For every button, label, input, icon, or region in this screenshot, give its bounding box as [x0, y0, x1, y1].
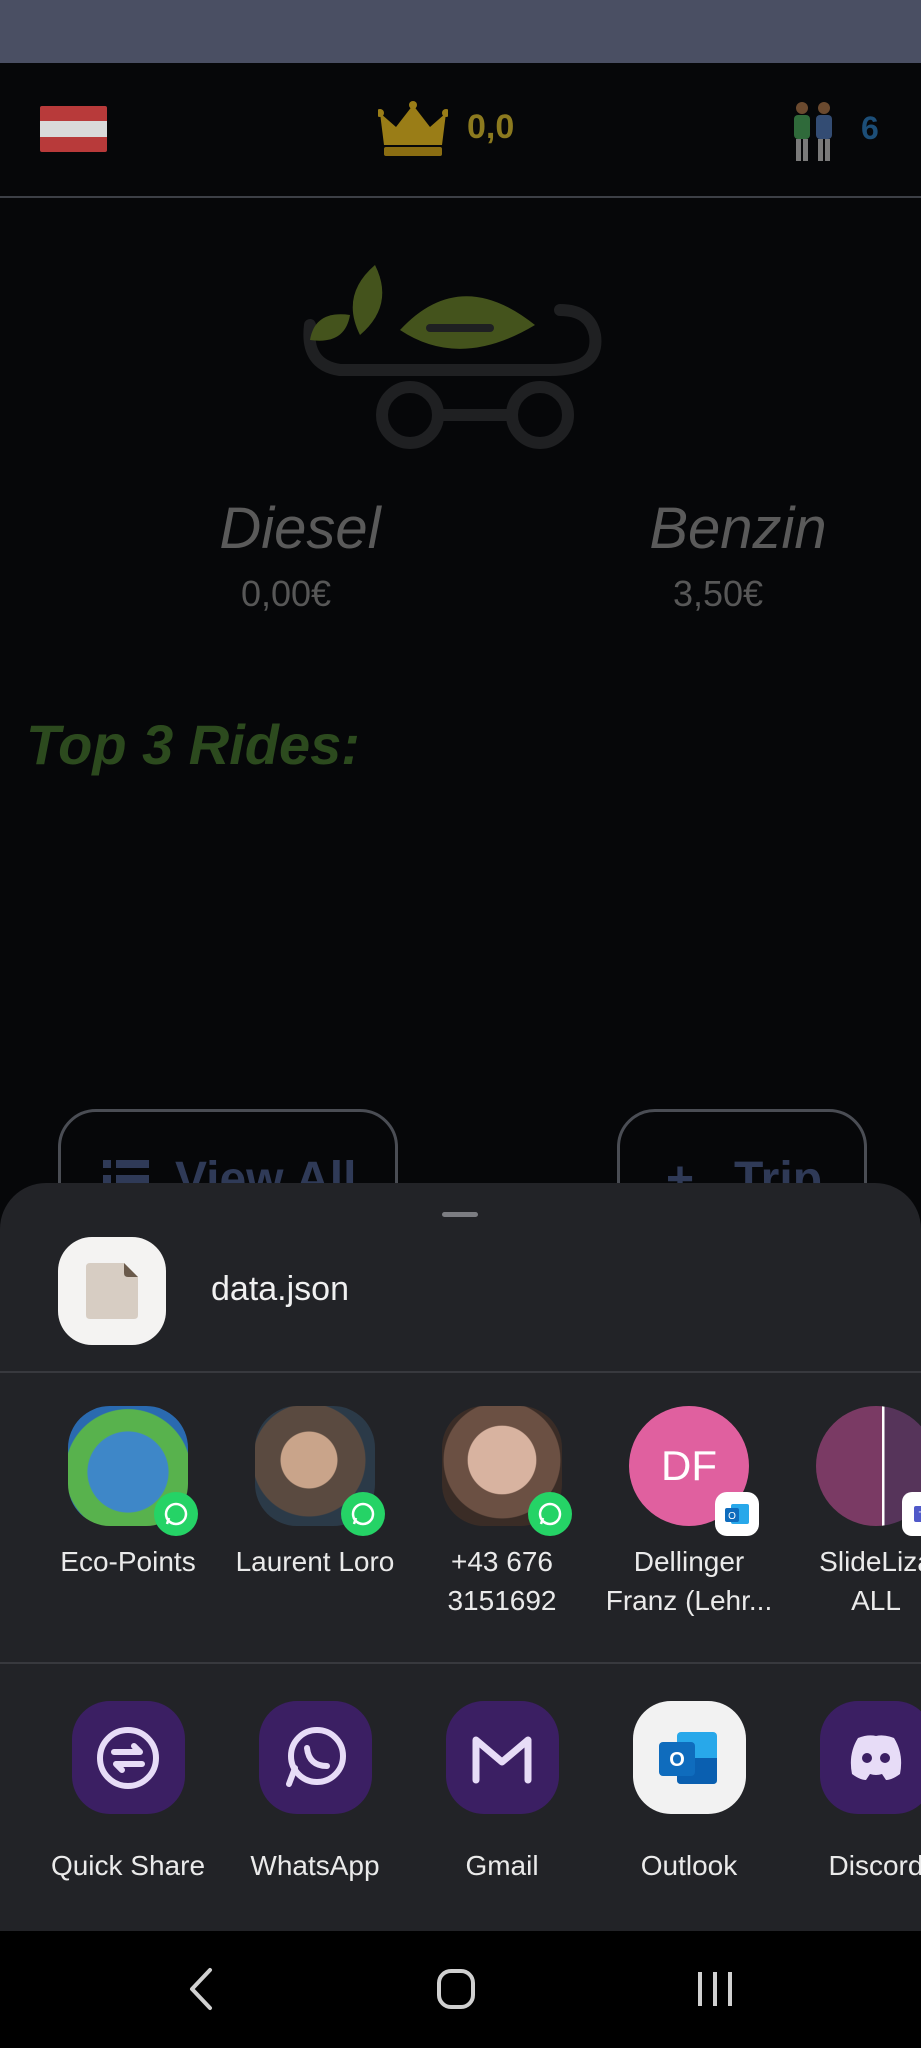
contact-label-line2: ALL [851, 1585, 901, 1616]
contact-label: Laurent Loro [235, 1546, 395, 1577]
whatsapp-icon [258, 1701, 372, 1814]
app-label: Discord [828, 1850, 921, 1881]
app-gmail[interactable]: Gmail [409, 1701, 595, 1882]
whatsapp-icon [154, 1492, 198, 1536]
gmail-icon [445, 1701, 559, 1814]
status-bar [0, 0, 921, 63]
contact-label: +43 676 [451, 1546, 553, 1577]
top-rides-heading: Top 3 Rides: [26, 713, 360, 776]
contact-phone-number[interactable]: +43 676 3151692 [409, 1406, 595, 1620]
diesel-label: Diesel [219, 496, 381, 561]
contact-dellinger-franz[interactable]: DF O Dellinger Franz (Lehr... [596, 1406, 782, 1620]
back-icon[interactable] [186, 1966, 216, 2012]
avatar [442, 1406, 572, 1536]
quick-share-icon [71, 1701, 185, 1814]
outlook-icon: O [632, 1701, 746, 1814]
contact-label: SlideLiza [819, 1546, 921, 1577]
app-label: Quick Share [50, 1850, 206, 1881]
shared-file-name: data.json [211, 1270, 349, 1308]
austria-flag-icon[interactable] [40, 106, 107, 152]
benzin-price: 3,50€ [672, 573, 764, 614]
contact-label: Dellinger [633, 1546, 745, 1577]
divider [0, 1662, 921, 1664]
eco-car-logo [303, 265, 602, 449]
app-label: Outlook [640, 1850, 738, 1881]
whatsapp-icon [341, 1492, 385, 1536]
avatar-initials: DF [661, 1442, 717, 1489]
svg-text:O: O [669, 1749, 685, 1771]
crown-icon [378, 101, 448, 156]
app-quick-share[interactable]: Quick Share [35, 1701, 221, 1882]
avatar [255, 1406, 385, 1536]
contact-laurent-loro[interactable]: Laurent Loro [222, 1406, 408, 1581]
svg-text:O: O [728, 1511, 736, 1522]
diesel-price: 0,00€ [240, 573, 332, 614]
contact-label-line2: Franz (Lehr... [605, 1585, 773, 1616]
contact-label: Eco-Points [60, 1546, 196, 1577]
app-outlook[interactable]: O Outlook [596, 1701, 782, 1882]
file-icon [58, 1237, 166, 1345]
people-icon[interactable] [788, 99, 840, 163]
avatar: T [816, 1406, 921, 1536]
benzin-label: Benzin [649, 496, 827, 561]
people-count: 6 [861, 110, 879, 146]
recents-icon[interactable] [694, 1970, 736, 2008]
app-header [0, 63, 921, 198]
whatsapp-icon [528, 1492, 572, 1536]
teams-icon: T [902, 1492, 921, 1536]
app-discord[interactable]: Discord [783, 1701, 921, 1882]
app-label: Gmail [465, 1850, 539, 1881]
contact-slidelizard[interactable]: T SlideLiza ALL [783, 1406, 921, 1620]
app-label: WhatsApp [250, 1850, 380, 1881]
contact-label-line2: 3151692 [447, 1585, 557, 1616]
contact-eco-points[interactable]: Eco-Points [35, 1406, 221, 1581]
outlook-icon: O [715, 1492, 759, 1536]
app-whatsapp[interactable]: WhatsApp [222, 1701, 408, 1882]
avatar [68, 1406, 198, 1536]
discord-icon [819, 1701, 921, 1814]
avatar: DF O [629, 1406, 759, 1536]
home-icon[interactable] [436, 1968, 476, 2010]
divider [0, 1371, 921, 1373]
score-value: 0,0 [467, 108, 515, 146]
drag-handle[interactable] [442, 1212, 478, 1217]
